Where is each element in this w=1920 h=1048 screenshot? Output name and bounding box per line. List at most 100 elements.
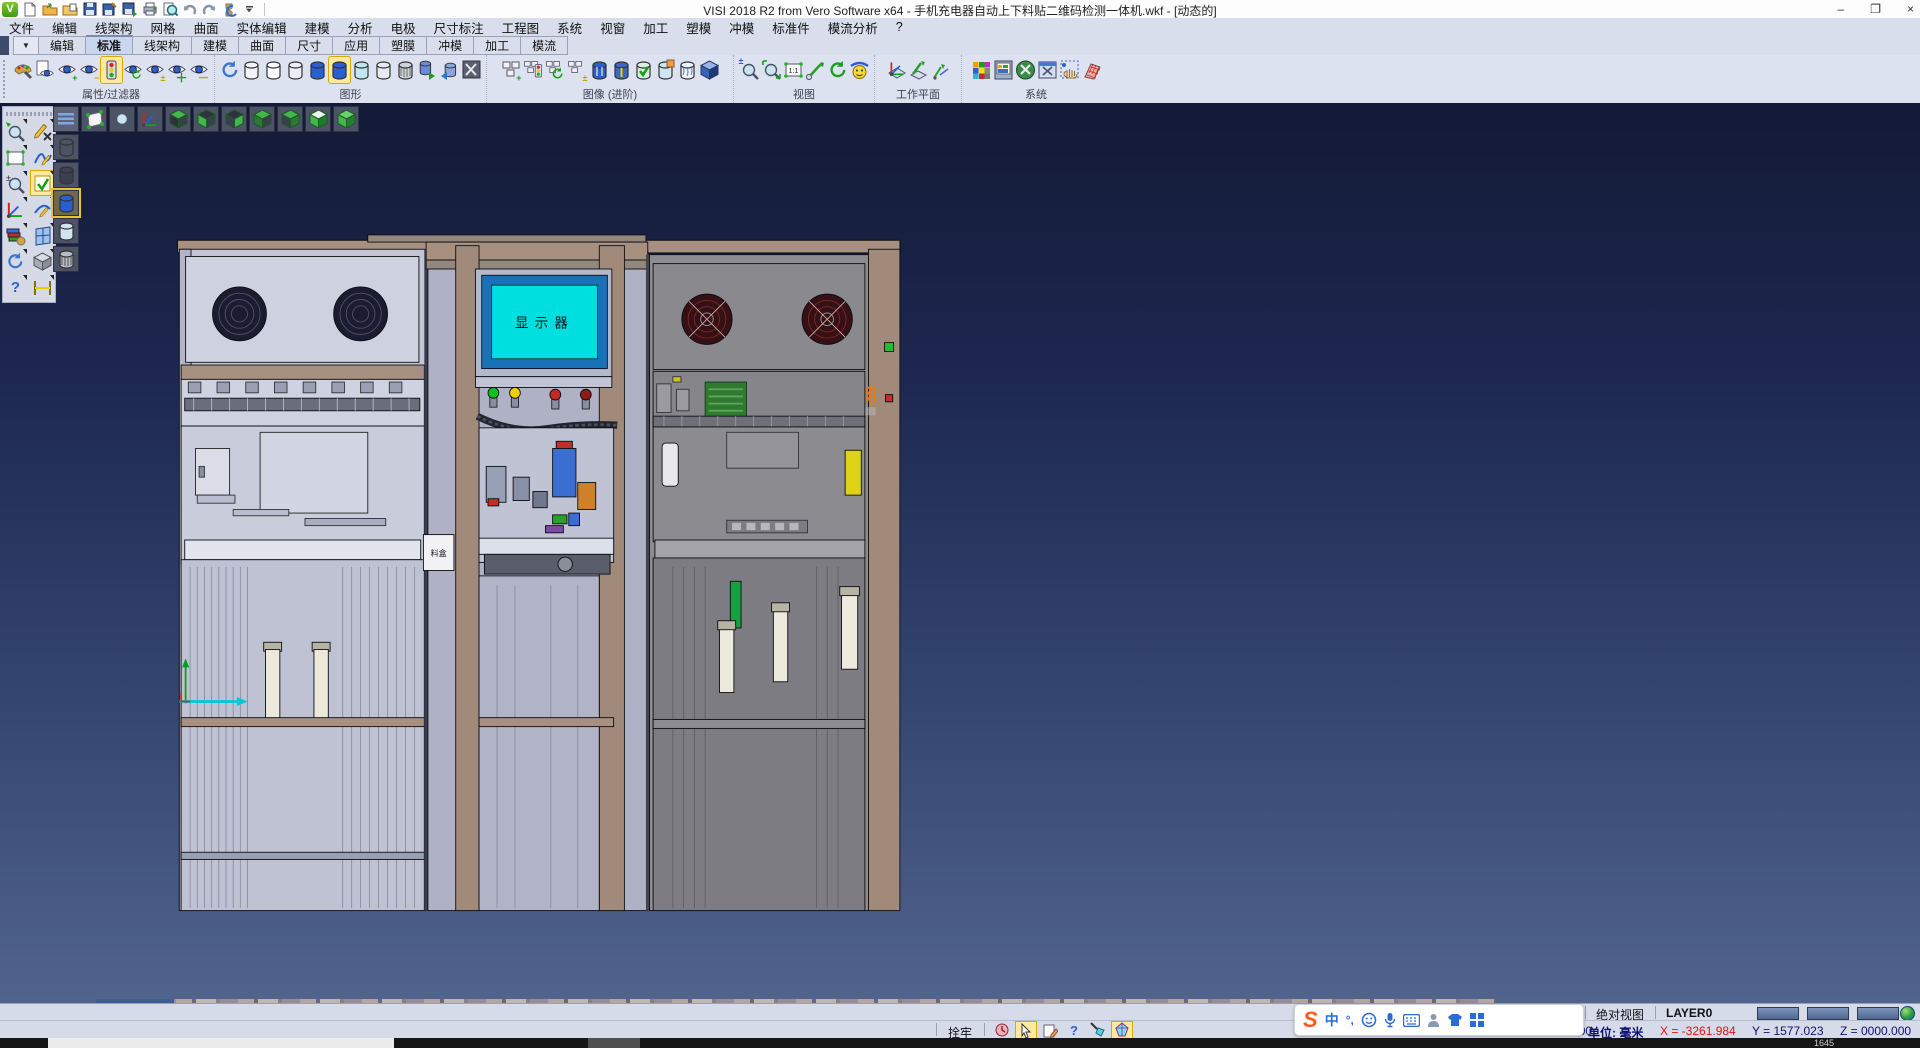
view-plane-icon[interactable] — [81, 106, 107, 132]
image-settings-icon[interactable] — [993, 57, 1014, 83]
zoom-1to1-icon[interactable]: 1:1 — [783, 57, 804, 83]
wire-cylinder-icon[interactable] — [677, 57, 698, 83]
color-swatch-2[interactable] — [1807, 1007, 1849, 1020]
wireframe-entity-icon[interactable] — [285, 57, 306, 83]
pick-gem-icon[interactable] — [1088, 1022, 1108, 1038]
entity-copy-icon[interactable] — [417, 57, 438, 83]
view-front-icon[interactable] — [193, 106, 219, 132]
tab-overflow-button[interactable]: ▼ — [13, 36, 39, 55]
ime-toolbox-icon[interactable] — [1470, 1013, 1484, 1027]
ime-mic-icon[interactable] — [1384, 1012, 1396, 1028]
workplane-define-icon[interactable] — [886, 57, 907, 83]
menu-drawing[interactable]: 工程图 — [493, 18, 549, 37]
prompt-help-icon[interactable]: ? — [1064, 1022, 1084, 1038]
confirm-check-icon[interactable] — [31, 171, 54, 195]
minimize-button[interactable]: – — [1838, 2, 1845, 16]
ime-keyboard-icon[interactable] — [1403, 1014, 1420, 1027]
view-dynamic-icon[interactable] — [333, 106, 359, 132]
menu-electrode[interactable]: 电极 — [382, 18, 425, 37]
menu-window[interactable]: 视窗 — [591, 18, 634, 37]
window-tools-icon[interactable] — [1037, 57, 1058, 83]
tab-dimension[interactable]: 尺寸 — [286, 36, 333, 55]
wireframe-entity-icon[interactable] — [263, 57, 284, 83]
menu-dimension[interactable]: 尺寸标注 — [425, 18, 493, 37]
gem-icon[interactable] — [1112, 1022, 1132, 1038]
window-panes-icon[interactable] — [31, 223, 54, 247]
layers-toggle-icon[interactable]: ± — [567, 57, 588, 83]
ime-tools-person-icon[interactable] — [1427, 1013, 1440, 1028]
zoom-extents-icon[interactable] — [761, 57, 782, 83]
tab-modeling[interactable]: 建模 — [192, 36, 239, 55]
shaded-edges-mode-icon[interactable] — [53, 218, 79, 244]
shaded-mode-icon[interactable] — [53, 190, 79, 216]
wireframe-mode-icon[interactable] — [53, 134, 79, 160]
tab-progress[interactable]: 冲模 — [427, 36, 474, 55]
menu-standard-parts[interactable]: 标准件 — [763, 18, 819, 37]
view-top-icon[interactable] — [165, 106, 191, 132]
hide-subtract-icon[interactable]: − — [79, 57, 100, 83]
zoom-in-out-icon[interactable]: ± — [739, 57, 760, 83]
view-right-icon[interactable] — [221, 106, 247, 132]
ime-logo[interactable]: S — [1303, 1009, 1318, 1031]
hidden-line-mode-icon[interactable] — [53, 162, 79, 188]
grid-plane-icon[interactable] — [1081, 57, 1102, 83]
view-iso-se-icon[interactable] — [277, 106, 303, 132]
layers-add-icon[interactable]: + — [501, 57, 522, 83]
view-refresh-icon[interactable] — [827, 57, 848, 83]
ime-mode-toggle[interactable]: 中 — [1325, 1010, 1339, 1030]
menu-analysis[interactable]: 分析 — [339, 18, 382, 37]
shaded-cube-icon[interactable] — [699, 57, 720, 83]
ghost-entity-icon[interactable] — [373, 57, 394, 83]
layers-refresh-icon[interactable] — [545, 57, 566, 83]
tab-application[interactable]: 应用 — [333, 36, 380, 55]
ime-emoji-icon[interactable] — [1361, 1012, 1377, 1028]
toolbar-grip[interactable] — [1, 58, 7, 98]
show-all-icon[interactable]: ＋ — [167, 57, 188, 83]
transparent-entity-icon[interactable] — [351, 57, 372, 83]
view-zoom-icon[interactable] — [109, 106, 135, 132]
menu-machining[interactable]: 加工 — [634, 18, 677, 37]
3d-viewport[interactable]: 显示器 — [0, 103, 1920, 1003]
view-iso-icon[interactable] — [305, 106, 331, 132]
shade-cube-icon[interactable] — [31, 249, 54, 273]
hatched-mode-icon[interactable] — [53, 246, 79, 272]
display-menu-icon[interactable] — [53, 106, 79, 132]
tab-flow[interactable]: 模流 — [521, 36, 568, 55]
menu-mesh[interactable]: 网格 — [142, 18, 185, 37]
solid-box-icon[interactable] — [655, 57, 676, 83]
graphics-refresh-icon[interactable] — [219, 57, 240, 83]
system-tools-icon[interactable] — [1015, 57, 1036, 83]
menu-modeling[interactable]: 建模 — [296, 18, 339, 37]
tab-machining[interactable]: 加工 — [474, 36, 521, 55]
palette-grip[interactable] — [6, 112, 52, 116]
color-swatch-3[interactable] — [1857, 1007, 1899, 1020]
show-add-icon[interactable]: + — [57, 57, 78, 83]
attribute-books-icon[interactable] — [4, 223, 27, 247]
entity-restore-icon[interactable] — [439, 57, 460, 83]
zoom-window-icon[interactable] — [4, 145, 27, 169]
zoom-in-out-icon[interactable]: ± — [4, 171, 27, 195]
taskbar-search-box[interactable] — [48, 1038, 394, 1048]
move-axes-icon[interactable] — [4, 197, 27, 221]
cursor-pick-icon[interactable] — [1016, 1022, 1036, 1038]
menu-help[interactable]: ? — [887, 20, 912, 34]
solid-entity-icon[interactable] — [307, 57, 328, 83]
delete-entity-icon[interactable] — [31, 119, 54, 143]
spline-sketch-icon[interactable] — [31, 145, 54, 169]
tab-mould[interactable]: 塑膜 — [380, 36, 427, 55]
regenerate-icon[interactable] — [4, 249, 27, 273]
dynamic-zoom-icon[interactable] — [4, 119, 27, 143]
view-iso-sw-icon[interactable] — [249, 106, 275, 132]
menu-edit[interactable]: 编辑 — [43, 18, 86, 37]
selection-hand-icon[interactable] — [1059, 57, 1080, 83]
measure-distance-icon[interactable] — [31, 275, 54, 299]
graphics-tools-icon[interactable] — [461, 57, 482, 83]
tab-edit[interactable]: 编辑 — [39, 36, 86, 55]
notebook-icon[interactable] — [1040, 1022, 1060, 1038]
workplane-move-icon[interactable] — [908, 57, 929, 83]
menu-surface[interactable]: 曲面 — [185, 18, 228, 37]
menu-solid-edit[interactable]: 实体编辑 — [228, 18, 296, 37]
shaded-entity-icon[interactable] — [329, 57, 350, 83]
workplane-rotate-icon[interactable] — [930, 57, 951, 83]
menu-system[interactable]: 系统 — [548, 18, 591, 37]
